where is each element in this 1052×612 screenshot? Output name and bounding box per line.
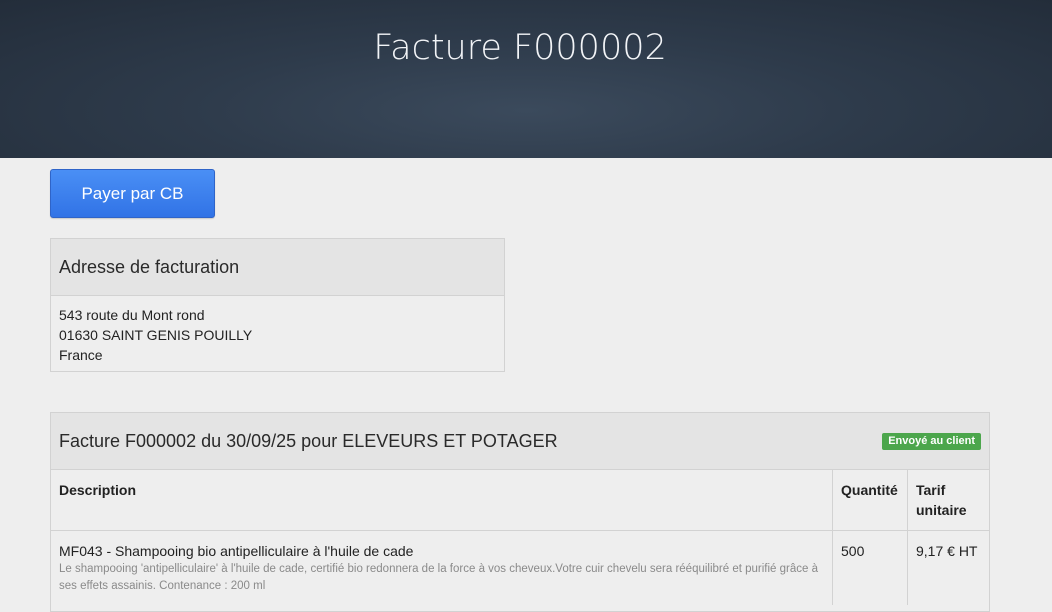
- table-header-row: Description Quantité Tarif unitaire: [51, 470, 989, 531]
- invoice-items-table: Description Quantité Tarif unitaire MF04…: [51, 470, 989, 605]
- table-row: MF043 - Shampooing bio antipelliculaire …: [51, 530, 989, 606]
- billing-address-header: Adresse de facturation: [51, 239, 504, 296]
- item-name: MF043 - Shampooing bio antipelliculaire …: [59, 543, 414, 559]
- page-title: Facture F000002: [373, 28, 667, 68]
- item-quantity: 500: [832, 530, 908, 605]
- address-line-country: France: [59, 347, 103, 363]
- column-header-unit-price: Tarif unitaire: [907, 470, 989, 531]
- invoice-title: Facture F000002 du 30/09/25 pour ELEVEUR…: [59, 431, 558, 451]
- billing-address-panel: Adresse de facturation 543 route du Mont…: [50, 238, 505, 372]
- column-header-quantity: Quantité: [832, 470, 908, 531]
- address-line-street: 543 route du Mont rond: [59, 307, 205, 323]
- item-description-cell: MF043 - Shampooing bio antipelliculaire …: [51, 531, 833, 606]
- status-badge: Envoyé au client: [882, 433, 981, 450]
- invoice-panel: Facture F000002 du 30/09/25 pour ELEVEUR…: [50, 412, 990, 612]
- billing-address-body: 543 route du Mont rond 01630 SAINT GENIS…: [51, 296, 504, 374]
- page-header: Facture F000002: [0, 0, 1052, 158]
- billing-address-title: Adresse de facturation: [59, 257, 240, 277]
- item-description: Le shampooing 'antipelliculaire' à l'hui…: [59, 563, 819, 592]
- pay-by-card-button[interactable]: Payer par CB: [50, 169, 215, 218]
- column-header-description: Description: [51, 470, 833, 531]
- invoice-header: Facture F000002 du 30/09/25 pour ELEVEUR…: [51, 413, 989, 470]
- item-unit-price: 9,17 € HT: [907, 530, 989, 605]
- address-line-city: 01630 SAINT GENIS POUILLY: [59, 327, 253, 343]
